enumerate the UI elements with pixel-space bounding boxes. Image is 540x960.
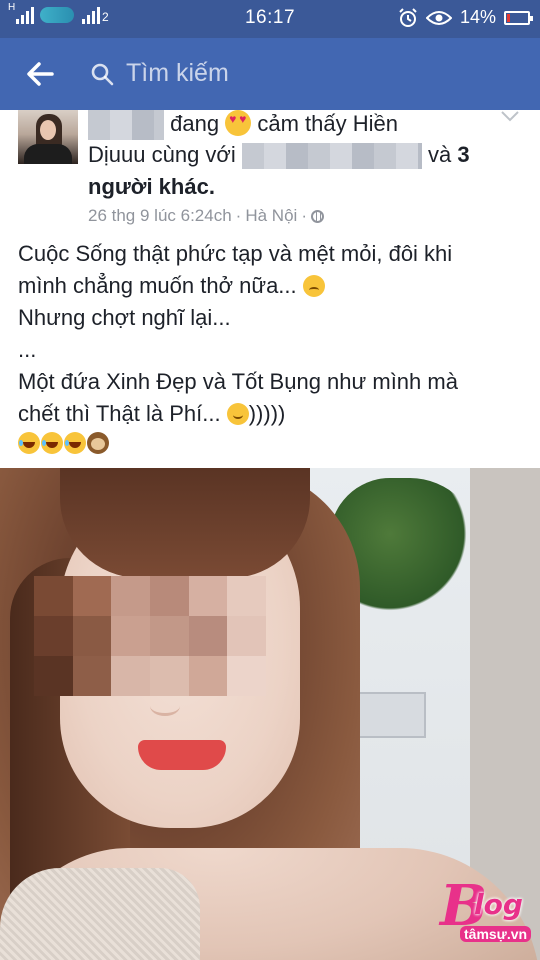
blog-watermark-logo: B log tâmsự.vn (436, 878, 532, 948)
sad-emoji-icon (302, 275, 325, 297)
status-bar: H 2 16:17 14% (0, 0, 540, 38)
battery-icon (504, 10, 533, 25)
post-line: Cuộc Sống thật phức tạp và mệt mỏi, đôi … (18, 241, 453, 266)
redacted-name (88, 110, 164, 141)
post-line: Một đứa Xinh Đẹp và Tốt Bụng như mình mà (18, 369, 458, 394)
status-right: 14% (398, 7, 533, 28)
post-header-line-1: đang cảm thấy Hiền (88, 110, 398, 141)
post-body: Cuộc Sống thật phức tạp và mệt mỏi, đôi … (18, 238, 528, 454)
post-header-line-2: Dịuuu cùng với và 3 (88, 142, 470, 170)
search-icon (91, 63, 114, 86)
battery-level (507, 13, 510, 22)
emoji-row (18, 430, 528, 454)
feeling-text: cảm thấy Hiền (257, 111, 398, 136)
post-line: ... (18, 337, 37, 362)
blurred-face-mosaic (34, 576, 266, 696)
post-line: chết thì Thật là Phí... ))))) (18, 401, 286, 426)
arrow-left-icon[interactable] (22, 56, 58, 92)
others-link[interactable]: người khác. (88, 174, 215, 199)
laughing-emoji-icon (41, 432, 63, 454)
meta-separator: · (235, 206, 242, 225)
post-line: Nhưng chợt nghĩ lại... (18, 305, 231, 330)
laughing-emoji-icon (64, 432, 86, 454)
post-line: mình chẳng muốn thở nữa... (18, 270, 528, 302)
post-photo[interactable]: B log tâmsự.vn (0, 468, 540, 960)
search-app-bar: Tìm kiếm (0, 38, 540, 110)
see-no-evil-monkey-emoji-icon (87, 432, 109, 454)
location[interactable]: Hà Nội (245, 206, 297, 226)
post-meta: 26 thg 9 lúc 6:24ch · Hà Nội · (88, 206, 324, 226)
heart-eyes-emoji-icon (225, 110, 252, 136)
status-prefix: đang (170, 111, 220, 136)
laughing-emoji-icon (18, 432, 40, 454)
globe-icon (310, 209, 324, 223)
post-header-line-3: người khác. (88, 174, 215, 200)
search-placeholder: Tìm kiếm (126, 59, 229, 87)
redacted-tagged-friend[interactable] (241, 143, 422, 170)
smile-emoji-icon (226, 403, 249, 425)
alarm-icon (399, 7, 417, 27)
others-count[interactable]: 3 (457, 142, 469, 167)
and-text: và (427, 142, 452, 167)
eye-icon (425, 10, 452, 25)
feeling-text-cont: Dịuuu cùng với (88, 142, 236, 167)
timestamp[interactable]: 26 thg 9 lúc 6:24ch (88, 206, 232, 226)
avatar[interactable] (18, 110, 78, 164)
battery-percent: 14% (459, 7, 496, 27)
chevron-down-icon[interactable] (500, 110, 520, 122)
meta-separator: · (301, 206, 307, 225)
search-input[interactable]: Tìm kiếm (80, 52, 530, 96)
